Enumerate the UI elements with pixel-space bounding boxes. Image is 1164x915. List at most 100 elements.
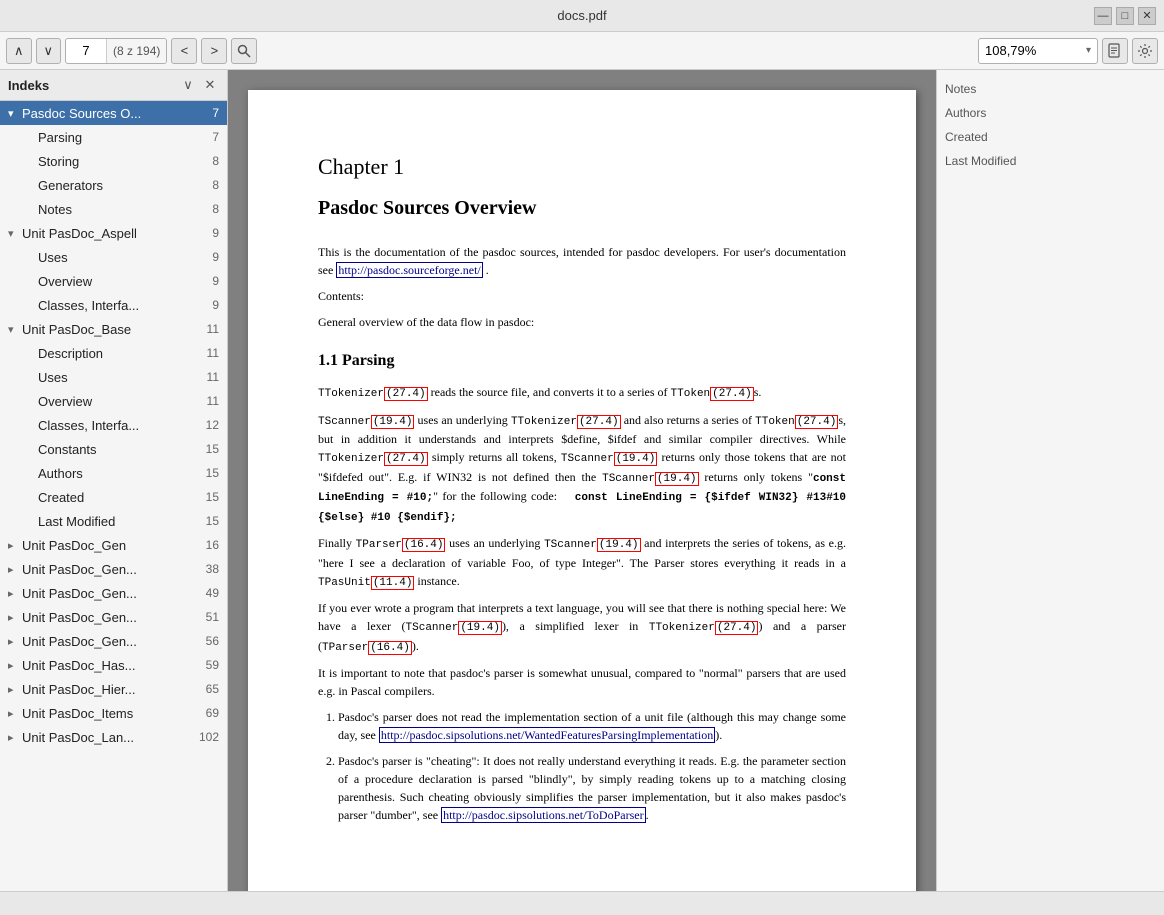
sidebar-item[interactable]: Storing 8 — [0, 149, 227, 173]
expand-icon: ▸ — [8, 611, 22, 624]
sidebar-item-label: Storing — [38, 154, 208, 169]
pdf-para-3: Finally TParser(16.4) uses an underlying… — [318, 534, 846, 591]
properties-section: Notes Authors Created Last Modified — [945, 82, 1156, 170]
sidebar-item-label: Uses — [38, 370, 203, 385]
sidebar-item-number: 38 — [206, 562, 219, 576]
sidebar-item-number: 15 — [206, 514, 219, 528]
sidebar-item[interactable]: Last Modified 15 — [0, 509, 227, 533]
sidebar-content: ▾Pasdoc Sources O...7 Parsing 7 Storing 8 Gen… — [0, 101, 227, 891]
sidebar-item-number: 15 — [206, 490, 219, 504]
document-properties-button[interactable] — [1102, 38, 1128, 64]
notes-row: Notes — [945, 82, 1156, 98]
zoom-dropdown-icon[interactable]: ▾ — [1086, 45, 1091, 56]
sidebar-item-number: 7 — [212, 130, 219, 144]
minimize-button[interactable]: — — [1094, 7, 1112, 25]
pdf-para-5: It is important to note that pasdoc's pa… — [318, 664, 846, 700]
sidebar-item-number: 11 — [207, 346, 219, 360]
pdf-sourceforge-link[interactable]: http://pasdoc.sourceforge.net/ — [336, 262, 482, 278]
sidebar-item[interactable]: Overview9 — [0, 269, 227, 293]
sidebar-item-label: Created — [38, 490, 202, 505]
created-label: Created — [945, 130, 1156, 144]
authors-label: Authors — [945, 106, 1156, 120]
sidebar-item[interactable]: ▾Pasdoc Sources O...7 — [0, 101, 227, 125]
zoom-container: 108,79% ▾ — [978, 38, 1098, 64]
expand-icon: ▸ — [8, 659, 22, 672]
page-number-input[interactable] — [66, 43, 106, 58]
document-icon — [1107, 43, 1123, 59]
sidebar-item-number: 8 — [212, 202, 219, 216]
main-area: Indeks ∨ ✕ ▾Pasdoc Sources O...7 Parsing 7… — [0, 70, 1164, 891]
sidebar-item[interactable]: ▸Unit PasDoc_Gen...51 — [0, 605, 227, 629]
sidebar-header: Indeks ∨ ✕ — [0, 70, 227, 101]
sidebar-item[interactable]: ▸Unit PasDoc_Gen...49 — [0, 581, 227, 605]
sidebar-item[interactable]: Description11 — [0, 341, 227, 365]
settings-button[interactable] — [1132, 38, 1158, 64]
pdf-todo-link[interactable]: http://pasdoc.sipsolutions.net/ToDoParse… — [441, 807, 645, 823]
sidebar-item-label: Unit PasDoc_Hier... — [22, 682, 202, 697]
sidebar-item-label: Last Modified — [38, 514, 202, 529]
sidebar-item[interactable]: Notes8 — [0, 197, 227, 221]
sidebar-item[interactable]: ▸Unit PasDoc_Gen16 — [0, 533, 227, 557]
sidebar-item[interactable]: ▸Unit PasDoc_Hier...65 — [0, 677, 227, 701]
nav-up-button[interactable]: ∧ — [6, 38, 32, 64]
sidebar-item[interactable]: ▸Unit PasDoc_Has...59 — [0, 653, 227, 677]
sidebar-item-number: 11 — [207, 322, 219, 336]
sidebar-item[interactable]: Overview11 — [0, 389, 227, 413]
pdf-viewer[interactable]: Chapter 1 Pasdoc Sources Overview This i… — [228, 70, 936, 891]
sidebar-item-number: 8 — [212, 154, 219, 168]
sidebar-item-label: Unit PasDoc_Aspell — [22, 226, 208, 241]
expand-icon: ▾ — [8, 107, 22, 120]
sidebar-item-number: 12 — [206, 418, 219, 432]
sidebar-item[interactable]: Parsing 7 — [0, 125, 227, 149]
pdf-intro-para: This is the documentation of the pasdoc … — [318, 243, 846, 279]
sidebar-item-number: 56 — [206, 634, 219, 648]
list-item: Pasdoc's parser is "cheating": It does n… — [338, 752, 846, 824]
sidebar-item[interactable]: ▸Unit PasDoc_Items69 — [0, 701, 227, 725]
sidebar-item[interactable]: Generators8 — [0, 173, 227, 197]
close-button[interactable]: ✕ — [1138, 7, 1156, 25]
expand-icon: ▸ — [8, 563, 22, 576]
sidebar-item-label: Uses — [38, 250, 208, 265]
expand-icon: ▾ — [8, 227, 22, 240]
search-button[interactable] — [231, 38, 257, 64]
nav-down-button[interactable]: ∨ — [36, 38, 62, 64]
prev-page-button[interactable]: < — [171, 38, 197, 64]
pdf-page: Chapter 1 Pasdoc Sources Overview This i… — [248, 90, 916, 891]
sidebar-close-button[interactable]: ✕ — [201, 76, 219, 94]
sidebar-item[interactable]: Authors15 — [0, 461, 227, 485]
sidebar-item[interactable]: Created 15 — [0, 485, 227, 509]
sidebar-item[interactable]: Uses9 — [0, 245, 227, 269]
sidebar-item[interactable]: Constants15 — [0, 437, 227, 461]
sidebar-item-number: 11 — [207, 394, 219, 408]
maximize-button[interactable]: □ — [1116, 7, 1134, 25]
sidebar-item[interactable]: ▾Unit PasDoc_Aspell9 — [0, 221, 227, 245]
expand-icon: ▸ — [8, 707, 22, 720]
sidebar-item-label: Parsing — [38, 130, 208, 145]
sidebar-item[interactable]: Classes, Interfa...9 — [0, 293, 227, 317]
sidebar-item[interactable]: ▸Unit PasDoc_Lan...102 — [0, 725, 227, 749]
pdf-para-4: If you ever wrote a program that interpr… — [318, 599, 846, 656]
sidebar-item[interactable]: Uses 11 — [0, 365, 227, 389]
last-modified-label: Last Modified — [945, 154, 1156, 168]
sidebar-item[interactable]: ▸Unit PasDoc_Gen...56 — [0, 629, 227, 653]
sidebar-item-label: Generators — [38, 178, 208, 193]
settings-icon — [1137, 43, 1153, 59]
sidebar-item[interactable]: Classes, Interfa...12 — [0, 413, 227, 437]
sidebar-item[interactable]: ▾Unit PasDoc_Base11 — [0, 317, 227, 341]
created-row: Created — [945, 130, 1156, 146]
sidebar-item-label: Authors — [38, 466, 202, 481]
expand-icon: ▸ — [8, 539, 22, 552]
pdf-list: Pasdoc's parser does not read the implem… — [338, 708, 846, 824]
pdf-parsing-link[interactable]: http://pasdoc.sipsolutions.net/WantedFea… — [379, 727, 715, 743]
page-input-container: (8 z 194) — [65, 38, 167, 64]
sidebar-item-label: Unit PasDoc_Gen... — [22, 586, 202, 601]
zoom-value: 108,79% — [985, 43, 1082, 58]
sidebar-item-number: 11 — [207, 370, 219, 384]
sidebar-collapse-button[interactable]: ∨ — [179, 76, 197, 94]
sidebar: Indeks ∨ ✕ ▾Pasdoc Sources O...7 Parsing 7… — [0, 70, 228, 891]
sidebar-item[interactable]: ▸Unit PasDoc_Gen...38 — [0, 557, 227, 581]
sidebar-item-label: Constants — [38, 442, 202, 457]
next-page-button[interactable]: > — [201, 38, 227, 64]
search-icon — [237, 44, 251, 58]
sidebar-item-label: Unit PasDoc_Items — [22, 706, 202, 721]
